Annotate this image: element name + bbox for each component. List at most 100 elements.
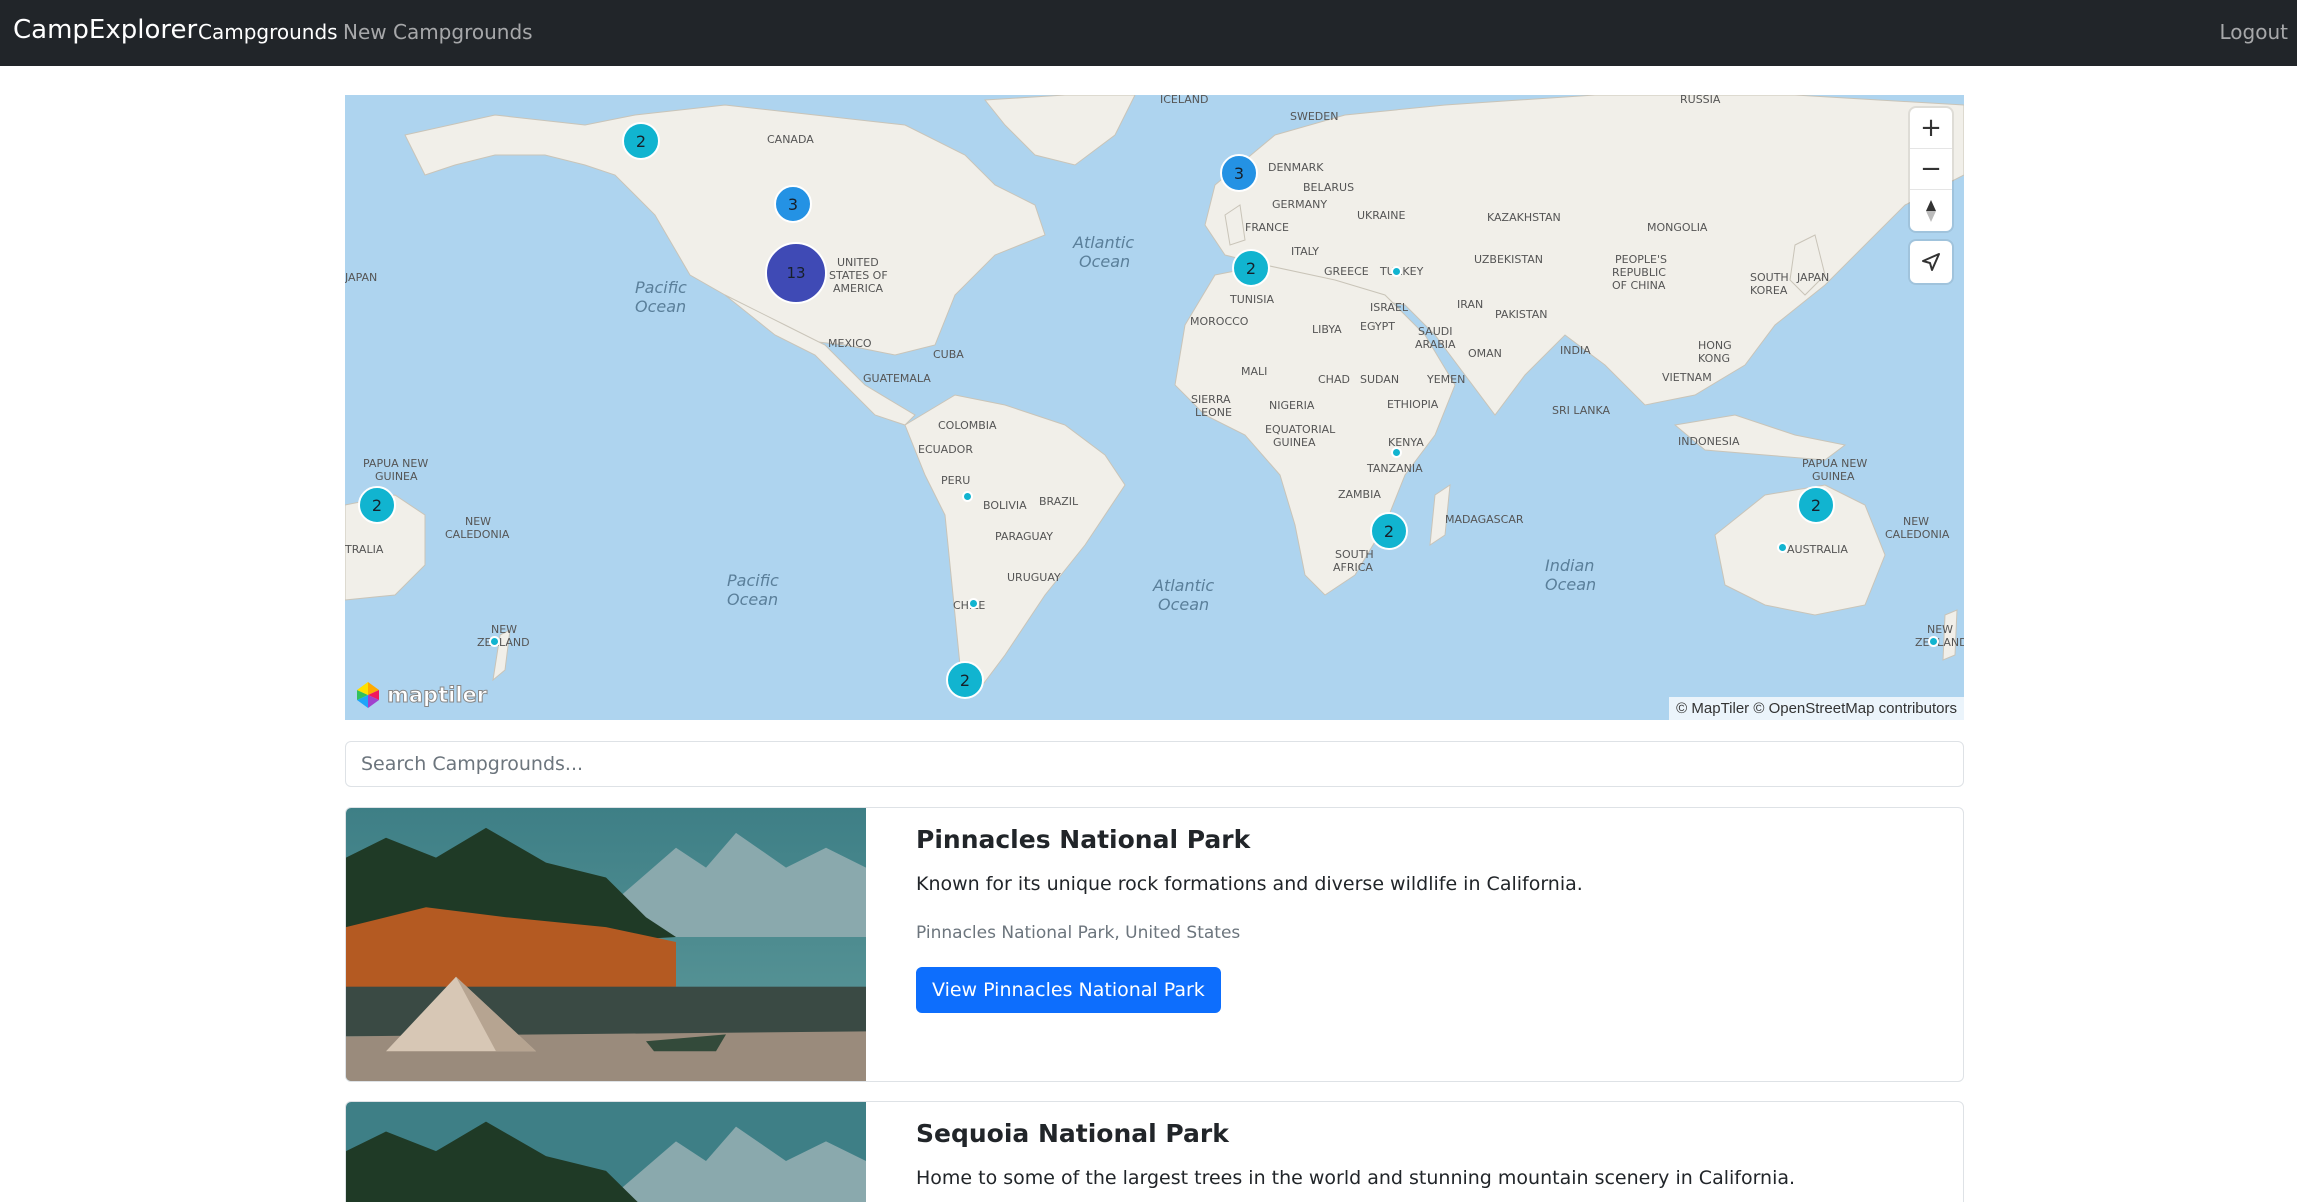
nav-new-campgrounds[interactable]: New Campgrounds	[343, 20, 533, 44]
ocean-label: Ocean	[1545, 575, 1596, 594]
map-point-marker[interactable]	[962, 491, 973, 502]
map-label: ETHIOPIA	[1387, 398, 1439, 411]
ocean-label: Pacific	[635, 278, 687, 297]
map-label: OF CHINA	[1612, 279, 1666, 292]
map-label: RUSSIA	[1680, 95, 1721, 106]
ocean-label: Pacific	[727, 571, 779, 590]
map-cluster-marker[interactable]: 2	[358, 486, 396, 524]
map-cluster-marker[interactable]: 2	[1232, 249, 1270, 287]
map-label: GREECE	[1324, 265, 1369, 278]
map-label: KAZAKHSTAN	[1487, 211, 1561, 224]
map-label: PERU	[941, 474, 970, 487]
map-label: AFRICA	[1333, 561, 1373, 574]
ocean-label: Atlantic	[1072, 233, 1134, 252]
cluster-map[interactable]: ICELAND SWEDEN RUSSIA CANADA DENMARK BEL…	[345, 95, 1964, 720]
campground-image	[346, 808, 866, 1081]
logout-link[interactable]: Logout	[2220, 20, 2288, 44]
map-label: GUINEA	[375, 470, 418, 483]
map-label: AUSTRALIA	[1787, 543, 1848, 556]
campground-card: Pinnacles National Park Known for its un…	[345, 807, 1964, 1082]
map-label: SIERRA	[1191, 393, 1231, 406]
map-point-marker[interactable]	[489, 636, 500, 647]
map-label: NEW	[1903, 515, 1929, 528]
map-label: YEMEN	[1426, 373, 1465, 386]
compass-button[interactable]	[1910, 190, 1952, 231]
brand-link[interactable]: CampExplorer	[13, 15, 197, 45]
map-label: BOLIVIA	[983, 499, 1027, 512]
map-label: DENMARK	[1268, 161, 1324, 174]
campground-description: Home to some of the largest trees in the…	[916, 1167, 1796, 1189]
map-cluster-marker[interactable]: 2	[622, 122, 660, 160]
map-label: LEONE	[1195, 406, 1232, 419]
map-label: BELARUS	[1303, 181, 1354, 194]
map-label: MEXICO	[828, 337, 872, 350]
map-label: IRAN	[1457, 298, 1483, 311]
map-label: JAPAN	[345, 271, 377, 284]
map-label: ISRAEL	[1370, 301, 1409, 314]
map-label: EGYPT	[1360, 320, 1395, 333]
map-label: FRANCE	[1245, 221, 1289, 234]
geolocate-button[interactable]	[1910, 241, 1952, 283]
map-label: SUDAN	[1360, 373, 1399, 386]
map-label: CUBA	[933, 348, 964, 361]
map-label: INDONESIA	[1678, 435, 1740, 448]
map-label: UZBEKISTAN	[1474, 253, 1543, 266]
map-label: PARAGUAY	[995, 530, 1053, 543]
maptiler-logo-text: maptiler	[386, 683, 488, 708]
map-point-marker[interactable]	[968, 598, 979, 609]
map-cluster-marker[interactable]: 2	[1797, 486, 1835, 524]
map-label: CALEDONIA	[1885, 528, 1950, 541]
campground-location: Pinnacles National Park, United States	[916, 923, 1241, 943]
map-point-marker[interactable]	[1391, 266, 1402, 277]
map-label: BRAZIL	[1039, 495, 1079, 508]
map-attribution[interactable]: © MapTiler © OpenStreetMap contributors	[1669, 697, 1964, 720]
map-cluster-marker[interactable]: 2	[1370, 512, 1408, 550]
map-label: ZEALAND	[477, 636, 530, 649]
map-cluster-marker[interactable]: 13	[765, 242, 827, 304]
map-label: SRI LANKA	[1552, 404, 1611, 417]
map-label: SOUTH	[1750, 271, 1789, 284]
map-label: ZAMBIA	[1338, 488, 1381, 501]
map-label: MADAGASCAR	[1445, 513, 1524, 526]
map-point-marker[interactable]	[1928, 636, 1939, 647]
map-label: ARABIA	[1415, 338, 1456, 351]
navbar: CampExplorer Campgrounds New Campgrounds…	[0, 0, 2297, 66]
map-label: TRALIA	[345, 543, 384, 556]
map-label: SOUTH	[1335, 548, 1374, 561]
zoom-in-button[interactable]: +	[1910, 108, 1952, 149]
map-point-marker[interactable]	[1391, 447, 1402, 458]
maptiler-logo-icon	[357, 682, 379, 708]
nav-campgrounds[interactable]: Campgrounds	[198, 20, 338, 44]
compass-icon	[1926, 199, 1936, 222]
geolocate-icon	[1922, 253, 1940, 271]
map-label: SWEDEN	[1290, 110, 1338, 123]
map-label: LIBYA	[1312, 323, 1342, 336]
map-label: URUGUAY	[1007, 571, 1061, 584]
map-cluster-marker[interactable]: 3	[774, 185, 812, 223]
view-campground-button[interactable]: View Pinnacles National Park	[916, 967, 1221, 1013]
world-map-background: ICELAND SWEDEN RUSSIA CANADA DENMARK BEL…	[345, 95, 1964, 720]
map-label: CHAD	[1318, 373, 1350, 386]
map-label: CALEDONIA	[445, 528, 510, 541]
map-cluster-marker[interactable]: 3	[1220, 154, 1258, 192]
map-label: MALI	[1241, 365, 1267, 378]
map-point-marker[interactable]	[1777, 542, 1788, 553]
map-label: GUINEA	[1812, 470, 1855, 483]
map-label: EQUATORIAL	[1265, 423, 1336, 436]
map-label: GERMANY	[1272, 198, 1327, 211]
zoom-out-button[interactable]: −	[1910, 149, 1952, 190]
ocean-label: Indian	[1545, 556, 1594, 575]
map-label: OMAN	[1468, 347, 1502, 360]
maptiler-logo[interactable]: maptiler	[353, 680, 488, 710]
search-campgrounds-input[interactable]	[345, 741, 1964, 787]
map-label: TUNISIA	[1229, 293, 1274, 306]
campground-card: Sequoia National Park Home to some of th…	[345, 1101, 1964, 1202]
map-label: KONG	[1698, 352, 1730, 365]
map-label: HONG	[1698, 339, 1732, 352]
map-label: GUINEA	[1273, 436, 1316, 449]
map-label: MOROCCO	[1190, 315, 1249, 328]
campground-image	[346, 1102, 866, 1202]
map-cluster-marker[interactable]: 2	[946, 661, 984, 699]
campground-description: Known for its unique rock formations and…	[916, 873, 1583, 895]
map-label: NIGERIA	[1269, 399, 1315, 412]
